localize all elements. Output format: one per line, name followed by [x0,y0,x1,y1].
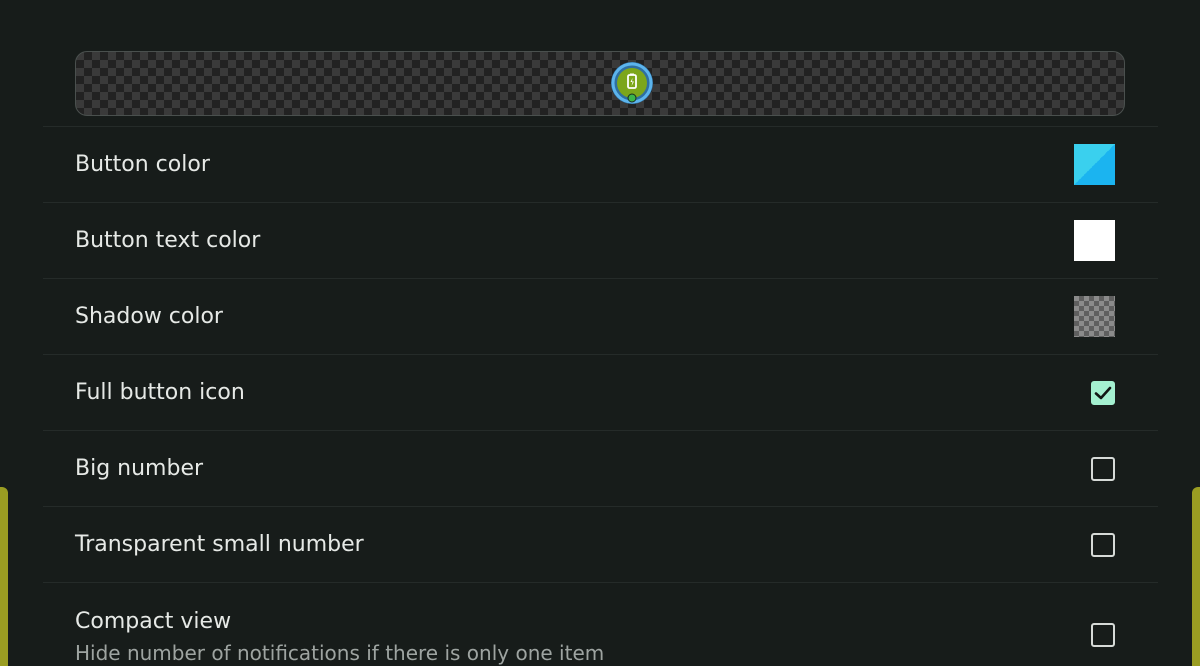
setting-label: Big number [75,456,204,481]
setting-full-button-icon[interactable]: Full button icon [43,355,1158,431]
setting-label: Transparent small number [75,532,364,557]
settings-screen: Button color Button text color Shadow co… [0,0,1200,666]
setting-button-color[interactable]: Button color [43,127,1158,203]
setting-label: Full button icon [75,380,245,405]
left-edge-handle[interactable] [0,487,8,666]
preview-section [43,0,1158,127]
big-number-checkbox[interactable] [1091,457,1115,481]
setting-label: Button color [75,152,210,177]
setting-label: Button text color [75,228,261,253]
setting-big-number[interactable]: Big number [43,431,1158,507]
setting-label: Shadow color [75,304,223,329]
shadow-color-swatch[interactable] [1074,296,1115,337]
setting-transparent-small-number[interactable]: Transparent small number [43,507,1158,583]
setting-compact-view[interactable]: Compact view Hide number of notification… [43,583,1158,666]
right-edge-handle[interactable] [1192,487,1200,666]
transparent-small-number-checkbox[interactable] [1091,533,1115,557]
button-text-color-swatch[interactable] [1074,220,1115,261]
setting-subtitle: Hide number of notifications if there is… [75,641,605,665]
floating-button-preview-icon [611,62,653,104]
setting-shadow-color[interactable]: Shadow color [43,279,1158,355]
button-preview-transparent-area [75,51,1125,116]
setting-button-text-color[interactable]: Button text color [43,203,1158,279]
compact-view-checkbox[interactable] [1091,623,1115,647]
button-color-swatch[interactable] [1074,144,1115,185]
setting-label: Compact view [75,609,232,634]
checkmark-icon [1094,386,1112,400]
full-button-icon-checkbox[interactable] [1091,381,1115,405]
